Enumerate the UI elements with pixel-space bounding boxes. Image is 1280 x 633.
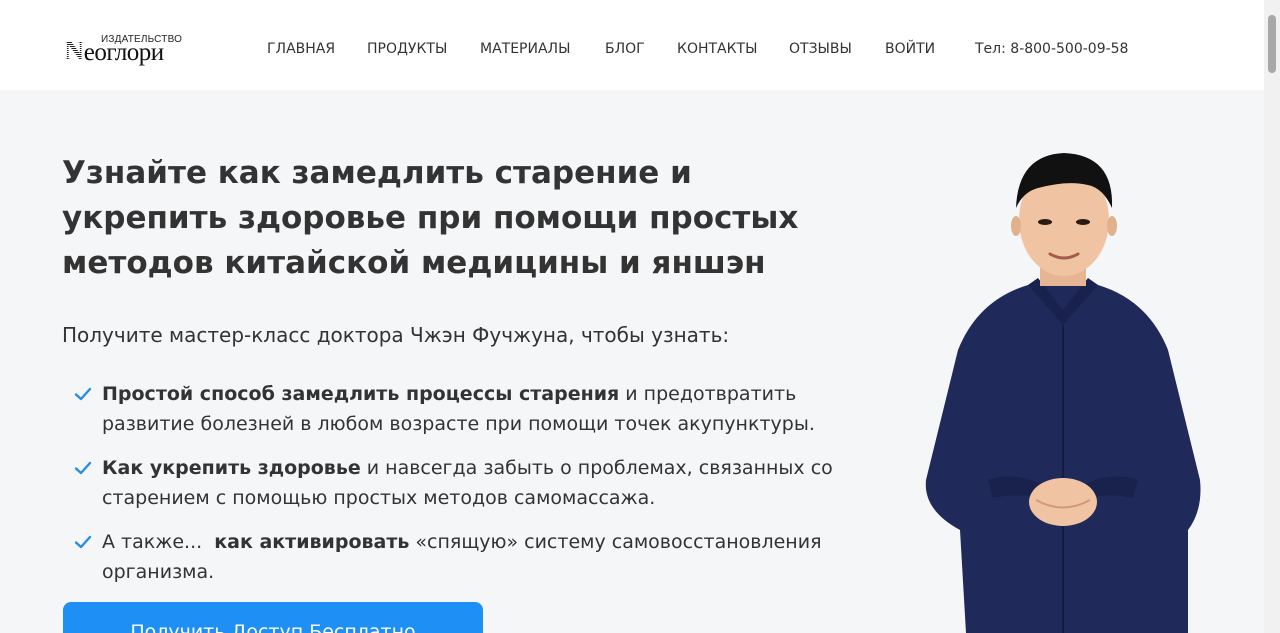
- nav-item-contacts[interactable]: КОНТАКТЫ: [677, 41, 757, 57]
- benefit-bold: как активировать: [214, 531, 410, 553]
- doctor-portrait: [925, 153, 1201, 633]
- nav-item-home[interactable]: ГЛАВНАЯ: [267, 41, 335, 57]
- benefit-text: Как укрепить здоровье и навсегда забыть …: [102, 453, 833, 513]
- benefit-text: Простой способ замедлить процессы старен…: [102, 379, 833, 439]
- benefit-bold: Простой способ замедлить процессы старен…: [102, 383, 620, 405]
- check-icon: [74, 461, 92, 475]
- get-free-access-button[interactable]: Получить Доступ Бесплатно: [63, 602, 483, 633]
- benefit-item: Простой способ замедлить процессы старен…: [73, 379, 833, 439]
- benefit-item: Как укрепить здоровье и навсегда забыть …: [73, 453, 833, 513]
- check-icon: [74, 535, 92, 549]
- site-header: ИЗДАТЕЛЬСТВО Nеоглори ГЛАВНАЯ ПРОДУКТЫ М…: [0, 0, 1264, 90]
- logo-wordmark: Nеоглори: [64, 38, 164, 67]
- nav-item-blog[interactable]: БЛОГ: [605, 41, 645, 57]
- nav-item-login[interactable]: ВОЙТИ: [885, 41, 935, 57]
- scrollbar-thumb[interactable]: [1268, 15, 1276, 73]
- hero-lead: Получите мастер-класс доктора Чжэн Фучжу…: [62, 323, 730, 347]
- benefit-text: А также... как активировать «спящую» сис…: [102, 527, 833, 587]
- benefit-bold: Как укрепить здоровье: [102, 457, 361, 479]
- logo-name: еоглори: [83, 39, 164, 66]
- scrollbar[interactable]: [1264, 0, 1280, 633]
- hero-title: Узнайте как замедлить старение и укрепит…: [62, 155, 799, 281]
- nav-item-products[interactable]: ПРОДУКТЫ: [367, 41, 447, 57]
- nav-item-reviews[interactable]: ОТЗЫВЫ: [789, 41, 852, 57]
- logo-initial: N: [64, 36, 84, 67]
- logo[interactable]: ИЗДАТЕЛЬСТВО Nеоглори: [64, 34, 184, 68]
- phone-number[interactable]: Тел: 8-800-500-09-58: [975, 41, 1128, 57]
- nav-item-materials[interactable]: МАТЕРИАЛЫ: [480, 41, 570, 57]
- check-icon: [74, 387, 92, 401]
- benefit-item: А также... как активировать «спящую» сис…: [73, 527, 833, 587]
- benefit-prefix: А также...: [102, 531, 215, 553]
